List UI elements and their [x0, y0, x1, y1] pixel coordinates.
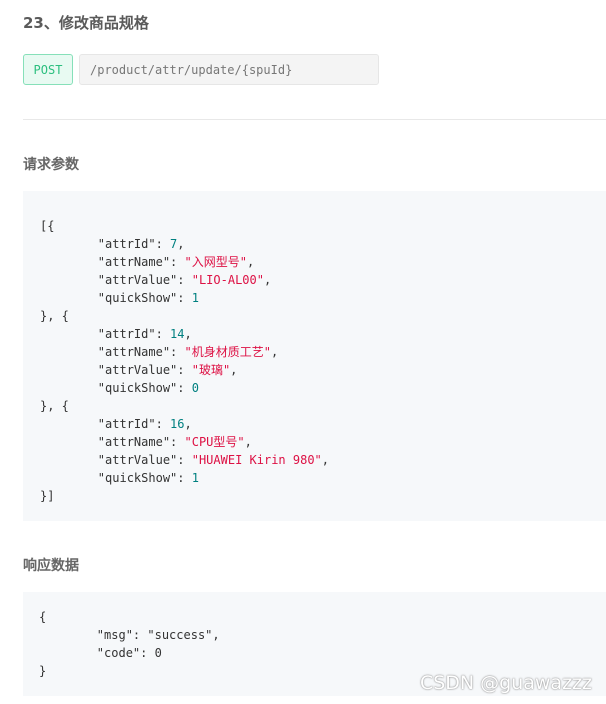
http-method-badge: POST	[23, 54, 73, 85]
code-line: "quickShow": 1	[40, 469, 606, 487]
code-token: ,	[177, 237, 185, 251]
code-line: "attrName": "CPU型号",	[40, 433, 606, 451]
response-data-title: 响应数据	[23, 558, 79, 574]
api-doc-page: 23、修改商品规格 POST /product/attr/update/{spu…	[0, 0, 606, 704]
code-line: "attrId": 7,	[40, 235, 606, 253]
code-line: "quickShow": 0	[40, 379, 606, 397]
code-token: "attrName":	[40, 255, 185, 269]
code-line: "attrValue": "HUAWEI Kirin 980",	[40, 451, 606, 469]
code-line: {	[39, 608, 606, 626]
code-token: }	[39, 664, 47, 678]
code-line: }, {	[40, 307, 606, 325]
code-line: }, {	[40, 397, 606, 415]
code-token: 0	[191, 381, 199, 395]
code-token: "quickShow":	[40, 381, 192, 395]
code-line: }]	[40, 487, 606, 505]
watermark: CSDN @guawazzz	[419, 672, 592, 694]
code-token: "quickShow":	[40, 471, 192, 485]
code-line: "attrName": "机身材质工艺",	[40, 343, 606, 361]
code-token: "attrId":	[40, 417, 171, 431]
code-token: }]	[40, 489, 55, 503]
code-token: ,	[246, 255, 255, 269]
code-token: "attrName":	[40, 435, 185, 449]
code-token: {	[39, 610, 47, 624]
code-line: "attrId": 14,	[40, 325, 606, 343]
code-token: "code": 0	[39, 646, 162, 660]
code-token: "HUAWEI Kirin 980"	[191, 453, 322, 467]
code-token: 14	[170, 327, 185, 341]
code-token: "CPU型号"	[184, 435, 245, 449]
code-token: "attrValue":	[40, 363, 192, 377]
code-token: }, {	[40, 309, 69, 323]
code-token: ,	[184, 327, 192, 341]
section-divider	[23, 119, 606, 120]
code-token: "attrValue":	[40, 273, 192, 287]
code-token: "msg": "success",	[39, 628, 220, 642]
code-token: ,	[244, 435, 252, 449]
code-token: ,	[230, 363, 238, 377]
code-line: "quickShow": 1	[40, 289, 606, 307]
code-token: ,	[321, 453, 329, 467]
code-token: 16	[170, 417, 185, 431]
code-token: 1	[191, 471, 199, 485]
code-line: "attrValue": "LIO-AL00",	[40, 271, 606, 289]
code-token: }, {	[40, 399, 69, 413]
code-line: "attrId": 16,	[40, 415, 606, 433]
endpoint-path: /product/attr/update/{spuId}	[79, 54, 379, 85]
code-line: [{	[40, 217, 606, 235]
code-token: "入网型号"	[184, 255, 247, 269]
code-token: "机身材质工艺"	[184, 345, 271, 359]
request-params-title: 请求参数	[23, 157, 79, 173]
code-token: "attrValue":	[40, 453, 192, 467]
code-line: "code": 0	[39, 644, 606, 662]
page-title: 23、修改商品规格	[23, 14, 149, 32]
code-token: "quickShow":	[40, 291, 192, 305]
code-token: ,	[270, 345, 279, 359]
code-token: [{	[40, 219, 55, 233]
request-code-block: [{ "attrId": 7, "attrName": "入网型号", "att…	[23, 191, 606, 521]
code-token: "attrId":	[40, 237, 171, 251]
code-token: "attrName":	[40, 345, 185, 359]
code-token: ,	[184, 417, 192, 431]
code-token: "attrId":	[40, 327, 171, 341]
code-token: "玻璃"	[191, 363, 231, 377]
code-token: 1	[191, 291, 199, 305]
code-line: "msg": "success",	[39, 626, 606, 644]
code-token: "LIO-AL00"	[191, 273, 264, 287]
code-line: "attrValue": "玻璃",	[40, 361, 606, 379]
code-line: "attrName": "入网型号",	[40, 253, 606, 271]
code-token: ,	[263, 273, 272, 287]
